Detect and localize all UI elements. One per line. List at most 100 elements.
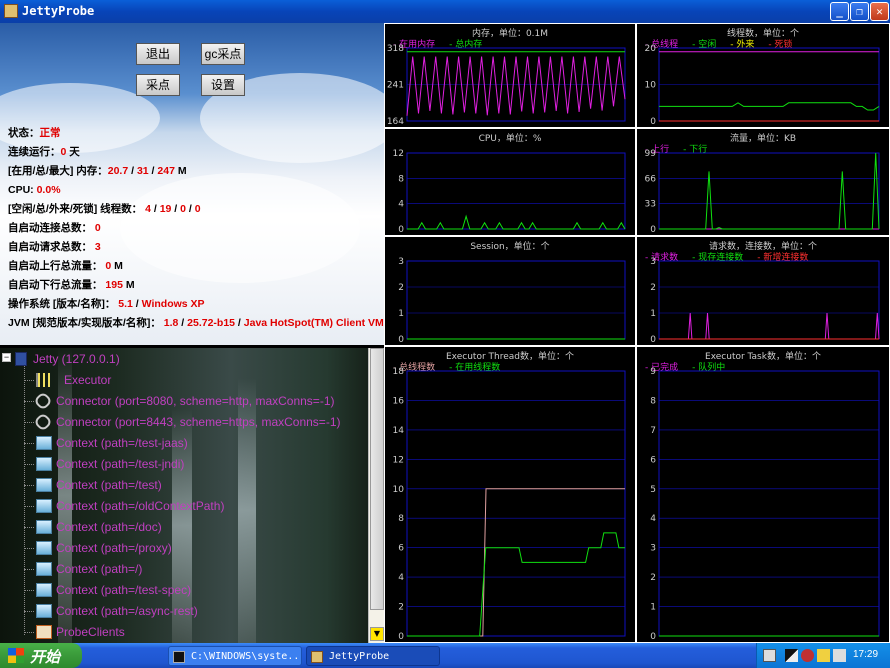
minimize-button[interactable]: _ (830, 2, 849, 21)
collapse-toggle[interactable]: − (2, 353, 11, 362)
y-tick-label: 6 (398, 544, 404, 554)
tree-guide-line (24, 443, 34, 444)
tree-node[interactable]: Context (path=/test) (0, 475, 368, 496)
y-tick-label: 4 (398, 573, 404, 583)
series-line (659, 152, 880, 230)
context-icon (36, 436, 52, 450)
status-label: 自启动上行总流量： (8, 260, 106, 272)
y-tick-label: 14 (393, 426, 405, 436)
y-tick-label: 0 (650, 335, 656, 345)
chart-panel: 流量，单位：KB - 上行 - 下行 99 66 33 0 (637, 129, 889, 235)
tree-node[interactable]: Context (path=/test-jndi) (0, 454, 368, 475)
window-title: JettyProbe (22, 4, 95, 18)
status-row: 自启动下行总流量： 195 M (8, 276, 384, 295)
sample-button[interactable]: 采点 (136, 74, 180, 96)
context-icon (36, 562, 52, 576)
y-tick-label: 16 (393, 396, 405, 406)
y-tick-label: 164 (387, 117, 404, 127)
tree-guide-line (24, 401, 34, 402)
taskbar-item-cmd[interactable]: C:\WINDOWS\syste... (168, 646, 302, 666)
tree-node[interactable]: Context (path=/proxy) (0, 538, 368, 559)
y-tick-label: 1 (398, 309, 404, 319)
status-value: / (128, 165, 137, 177)
scrollbar-thumb[interactable] (370, 348, 384, 610)
y-tick-label: 12 (393, 455, 404, 465)
status-label: 自启动下行总流量： (8, 279, 106, 291)
gc-sample-button[interactable]: gc采点 (201, 43, 245, 65)
tree-node[interactable]: Executor (0, 370, 368, 391)
chart-panel: 请求数，连接数，单位：个 - 请求数 - 现存连接数 - 新增连接数 3 2 1 0 (637, 237, 889, 345)
connector-icon (33, 391, 53, 411)
y-tick-label: 12 (393, 149, 404, 159)
tree-guide-line (24, 527, 34, 528)
close-button[interactable]: ✕ (870, 2, 889, 21)
tree-node[interactable]: Context (path=/oldContextPath) (0, 496, 368, 517)
status-value: 3 (94, 241, 101, 253)
exit-button[interactable]: 退出 (136, 43, 180, 65)
security-icon[interactable] (801, 649, 814, 662)
tree-node[interactable]: Context (path=/test-spec) (0, 580, 368, 601)
tree-node-label: Context (path=/oldContextPath) (56, 499, 225, 513)
context-icon (36, 520, 52, 534)
status-value: 正常 (39, 127, 61, 139)
chart-panel: Session，单位：个 3 2 1 0 (385, 237, 635, 345)
clock[interactable]: 17:29 (853, 649, 878, 660)
title-bar[interactable]: JettyProbe _ ❐ ✕ (0, 0, 890, 23)
notification-icon[interactable] (817, 649, 830, 662)
status-value: 0 (94, 222, 101, 234)
status-value: 247 (157, 165, 175, 177)
status-label: 操作系统 [版本/名称]： (8, 298, 119, 310)
status-value: M (174, 165, 187, 177)
status-row: 自启动连接总数： 0 (8, 219, 384, 238)
status-value: 19 (159, 203, 172, 215)
tree-node[interactable]: Context (path=/doc) (0, 517, 368, 538)
status-value: 20.7 (107, 165, 129, 177)
tree-node-label: Jetty (127.0.0.1) (33, 352, 120, 366)
windows-logo-icon (8, 648, 24, 663)
tree-node[interactable]: Context (path=/test-jaas) (0, 433, 368, 454)
volume-icon[interactable] (833, 649, 846, 662)
status-row: 自启动上行总流量： 0 M (8, 257, 384, 276)
status-value: / (235, 317, 244, 329)
series-line (407, 532, 625, 637)
chart-plot: 18 16 14 12 10 8 6 4 2 0 (393, 367, 626, 642)
taskbar-item-jettyprobe[interactable]: JettyProbe (306, 646, 440, 666)
y-tick-label: 9 (650, 367, 656, 377)
tree-node[interactable]: Connector (port=8443, scheme=https, maxC… (0, 412, 368, 433)
y-tick-label: 0 (398, 335, 404, 345)
status-label: JVM [规范版本/实现版本/名称]： (8, 317, 164, 329)
start-button[interactable]: 开始 (0, 643, 82, 668)
tree-node[interactable]: Context (path=/async-rest) (0, 601, 368, 622)
chart-plot: 3 2 1 0 (398, 257, 626, 345)
executor-icon (36, 373, 52, 387)
scroll-down-arrow[interactable]: ▼ (370, 627, 384, 641)
y-tick-label: 18 (393, 367, 405, 377)
tree-guide-line (24, 548, 34, 549)
network-icon[interactable] (785, 649, 798, 662)
status-row: 操作系统 [版本/名称]： 5.1 / Windows XP (8, 295, 384, 314)
y-tick-label: 2 (650, 573, 656, 583)
y-tick-label: 318 (387, 44, 404, 54)
tree-guide-line (24, 422, 34, 423)
status-row: 状态：正常 (8, 124, 384, 143)
java-app-icon (311, 651, 323, 663)
tree-node[interactable]: Context (path=/) (0, 559, 368, 580)
maximize-button[interactable]: ❐ (850, 2, 869, 21)
tree-node-label: Context (path=/proxy) (56, 541, 172, 555)
series-line (407, 488, 625, 637)
context-icon (36, 457, 52, 471)
chart-plot: 12 8 4 0 (393, 149, 626, 235)
chart-panel: 内存，单位：0.1M - 在用内存 - 总内存 318 241 164 (385, 24, 635, 127)
settings-button[interactable]: 设置 (201, 74, 245, 96)
tree-scrollbar[interactable]: ▼ (368, 348, 384, 643)
status-panel: 退出 gc采点 采点 设置 状态：正常 连续运行：0 天 [在用/总/最大] 内存：… (0, 23, 384, 345)
chart-plot: 9 8 7 6 5 4 3 2 1 0 (650, 367, 880, 642)
y-tick-label: 8 (398, 514, 404, 524)
status-value: / (132, 298, 142, 310)
status-label: [空闲/总/外来/死锁] 线程数： (8, 203, 146, 215)
tree-node[interactable]: ProbeClients (0, 622, 368, 643)
keyboard-icon[interactable] (763, 649, 776, 662)
tree-node[interactable]: Connector (port=8080, scheme=http, maxCo… (0, 391, 368, 412)
taskbar-item-label: JettyProbe (329, 651, 390, 662)
server-tree[interactable]: − Jetty (127.0.0.1) Executor Connector (por… (0, 348, 368, 643)
